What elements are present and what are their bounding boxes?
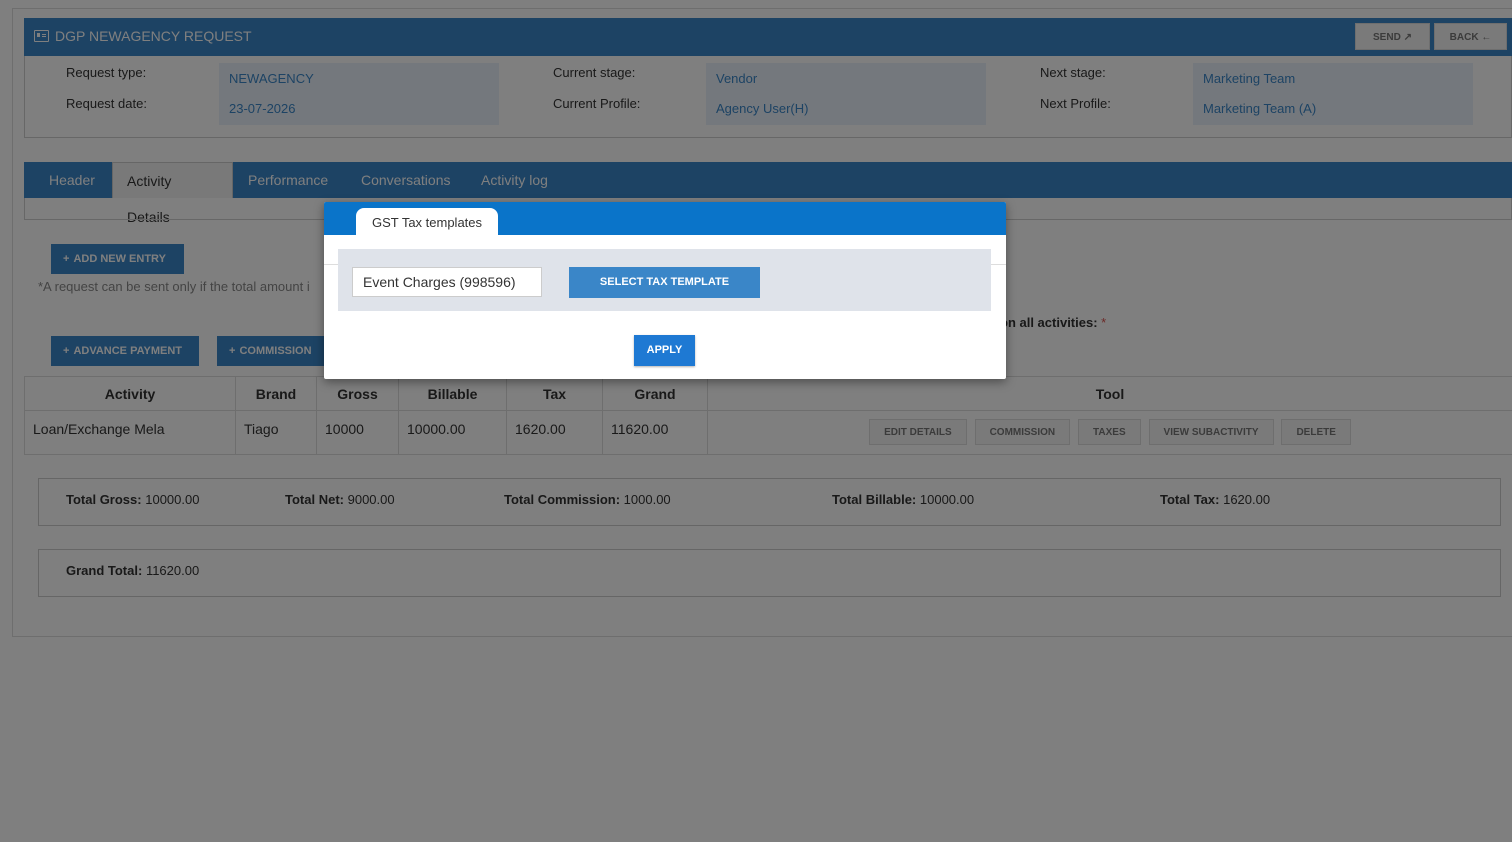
modal-backdrop[interactable] <box>0 0 1512 842</box>
apply-button[interactable]: APPLY <box>634 335 695 366</box>
tax-template-form: SELECT TAX TEMPLATE <box>338 249 991 311</box>
dialog-tab-gst-tax-templates[interactable]: GST Tax templates <box>356 208 498 236</box>
select-tax-template-button[interactable]: SELECT TAX TEMPLATE <box>569 267 760 298</box>
tax-template-input[interactable] <box>352 267 542 297</box>
dialog-header: GST Tax templates <box>324 202 1006 236</box>
gst-tax-templates-dialog: GST Tax templates SELECT TAX TEMPLATE AP… <box>324 202 1006 379</box>
